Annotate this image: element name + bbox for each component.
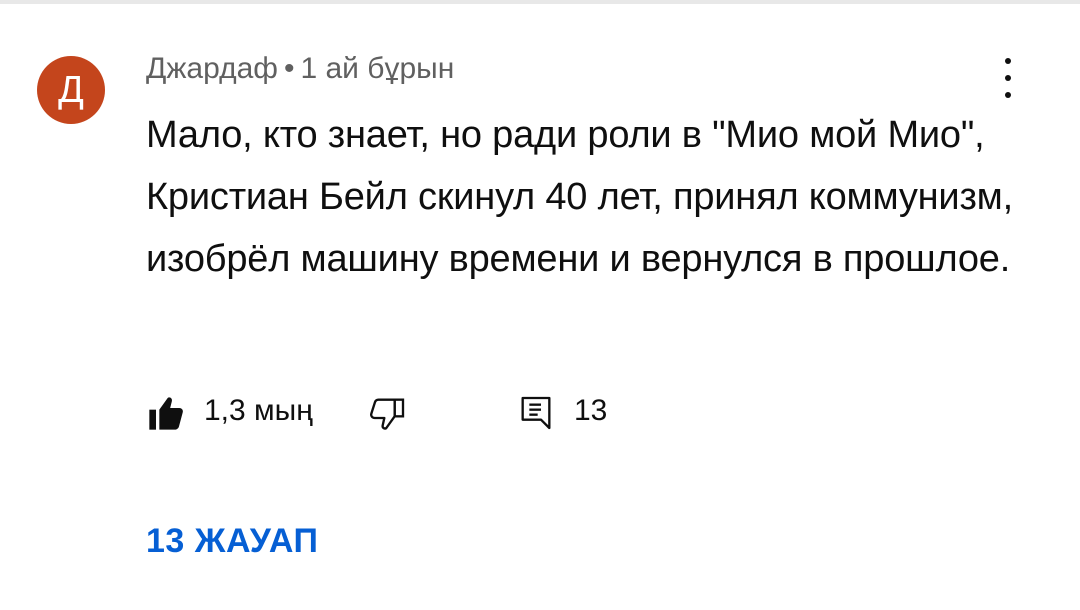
like-button[interactable]	[146, 388, 186, 438]
reply-button[interactable]	[516, 388, 556, 438]
thumbs-down-outline-icon	[370, 398, 405, 430]
reply-count: 13	[574, 394, 608, 427]
dislike-button[interactable]	[368, 388, 408, 438]
comment-icon	[521, 396, 551, 430]
view-replies-button[interactable]: 13 ЖАУАП	[146, 522, 318, 561]
comment-actions: 1,3 мың 13	[146, 388, 666, 438]
comment-time: 1 ай бұрын	[300, 52, 455, 85]
more-vert-icon-dot	[1005, 92, 1011, 98]
meta-separator: •	[283, 52, 295, 85]
more-vert-icon	[1005, 58, 1011, 64]
avatar-letter: Д	[58, 68, 84, 111]
top-divider	[0, 0, 1080, 4]
comment-meta: Джардаф • 1 ай бұрын	[146, 52, 454, 86]
comment-text: Мало, кто знает, но ради роли в "Мио мой…	[146, 114, 1013, 280]
more-options-button[interactable]	[990, 58, 1026, 98]
author-name[interactable]: Джардаф	[146, 52, 278, 85]
like-count: 1,3 мың	[204, 394, 313, 427]
avatar[interactable]: Д	[37, 56, 105, 124]
more-vert-icon-dot	[1005, 75, 1011, 81]
thumbs-up-filled-icon	[149, 397, 183, 430]
